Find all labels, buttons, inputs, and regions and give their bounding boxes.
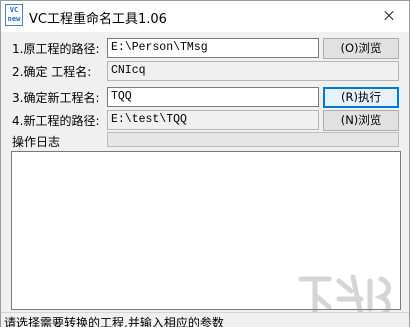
app-icon-text-bottom: new (7, 15, 21, 23)
new-name-input[interactable]: TQQ (107, 87, 319, 107)
progress-bar (107, 132, 399, 147)
source-path-input[interactable]: E:\Person\TMsg (107, 38, 319, 58)
window-title: VC工程重命名工具1.06 (29, 12, 167, 27)
app-window: VC new VC工程重命名工具1.06 1.原工程的路径: E:\Person… (0, 0, 410, 327)
browse-source-button[interactable]: (O)浏览 (323, 38, 399, 59)
new-name-label: 3.确定新工程名: (12, 91, 100, 105)
app-icon-text-top: VC (9, 6, 19, 14)
new-path-field: E:\test\TQQ (107, 110, 319, 130)
log-label: 操作日志 (12, 135, 61, 149)
status-bar: 请选择需要转换的工程,并输入相应的参数 (1, 312, 409, 327)
app-icon: VC new (5, 4, 23, 26)
source-path-label: 1.原工程的路径: (12, 42, 100, 56)
status-text: 请选择需要转换的工程,并输入相应的参数 (4, 316, 224, 327)
browse-new-path-button[interactable]: (N)浏览 (323, 110, 399, 131)
project-name-label: 2.确定 工程名: (12, 65, 92, 79)
new-path-label: 4.新工程的路径: (12, 114, 100, 128)
title-bar: VC new VC工程重命名工具1.06 (1, 1, 409, 32)
project-name-field: CNIcq (107, 61, 399, 81)
close-icon[interactable] (371, 3, 407, 29)
execute-button[interactable]: (R)执行 (323, 87, 399, 108)
